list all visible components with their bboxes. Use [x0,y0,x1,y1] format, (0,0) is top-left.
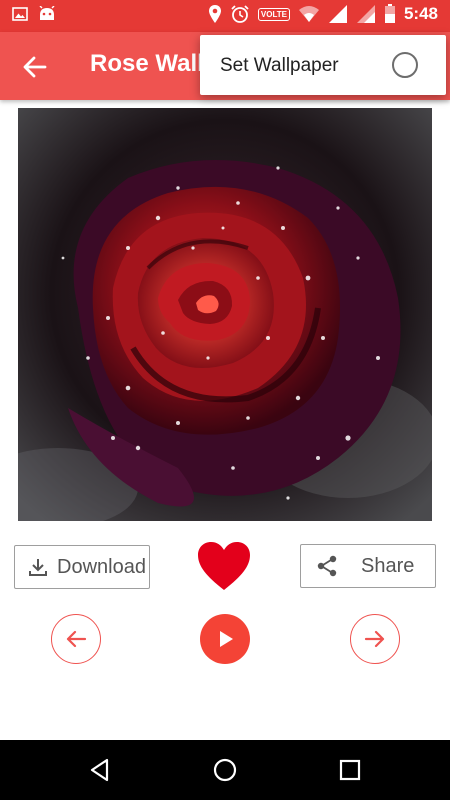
signal-icon-2 [356,5,375,23]
location-icon [208,5,221,23]
battery-icon [384,4,395,23]
share-label: Share [361,554,415,577]
play-icon [220,631,233,647]
play-button[interactable] [200,614,250,664]
download-icon [29,559,47,576]
status-bar: VOLTE 5:48 [0,0,450,32]
arrow-left-icon [66,630,87,648]
rose-image [18,108,432,521]
wifi-icon [298,6,319,22]
system-nav-bar [0,740,450,800]
download-button[interactable]: Download [14,545,150,589]
heart-icon[interactable] [196,540,252,592]
alarm-icon [231,5,249,23]
home-circle-icon[interactable] [211,756,239,784]
arrow-right-icon [364,630,385,648]
android-icon [39,6,55,20]
download-label: Download [57,555,146,578]
recents-square-icon[interactable] [336,756,364,784]
next-button[interactable] [350,614,400,664]
set-wallpaper-radio[interactable] [392,52,418,78]
overflow-menu: Set Wallpaper [200,35,446,95]
clock: 5:48 [403,4,438,23]
page-title: Rose Wall [90,50,204,77]
wallpaper-image [18,108,432,521]
back-triangle-icon[interactable] [86,756,114,784]
signal-icon [328,5,347,23]
set-wallpaper-option[interactable]: Set Wallpaper [220,55,339,77]
share-button[interactable]: Share [300,544,436,588]
volte-badge: VOLTE [257,7,290,21]
arrow-back-icon[interactable] [20,52,50,82]
previous-button[interactable] [51,614,101,664]
image-icon [12,7,28,21]
share-icon [317,555,337,577]
